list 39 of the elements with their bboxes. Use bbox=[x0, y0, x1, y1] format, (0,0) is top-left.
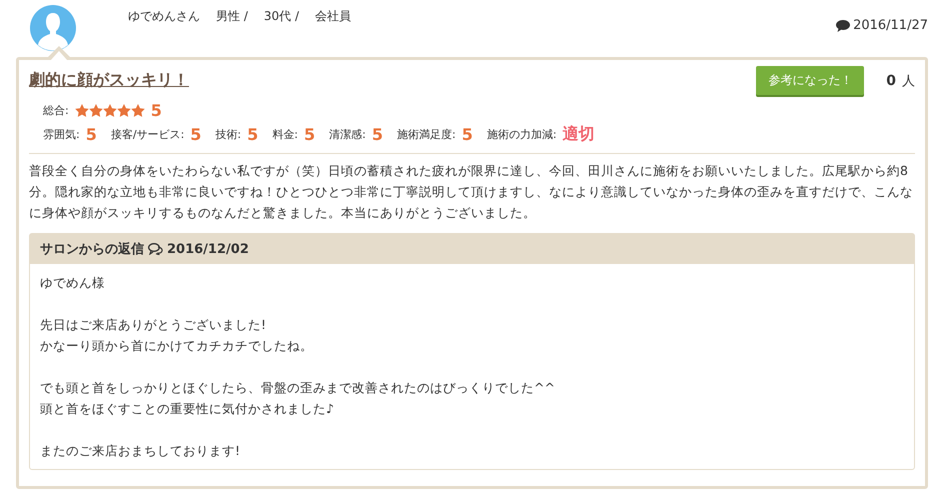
reply-paragraph: またのご来店おまちしております! bbox=[40, 442, 242, 460]
rating-value: 5 bbox=[86, 125, 97, 144]
helpful-unit: 人 bbox=[902, 72, 915, 90]
reviewer-gender: 男性 / bbox=[216, 8, 248, 25]
star-icon bbox=[102, 104, 117, 117]
reply-paragraph: ゆでめん様 bbox=[40, 274, 106, 292]
overall-score: 5 bbox=[150, 101, 162, 120]
chat-bubbles-icon bbox=[148, 243, 163, 255]
star-icon bbox=[116, 104, 131, 117]
star-icon bbox=[74, 104, 89, 117]
reply-paragraph: でも頭と首をしっかりとほぐしたら、骨盤の歪みまで改善されたのはびっくりでした^^ 頭と首をほぐすことの重要性に気付かされました♪ bbox=[40, 379, 556, 418]
avatar-icon bbox=[30, 5, 76, 51]
rating-label: 料金: bbox=[272, 127, 298, 142]
rating-label: 施術の力加減: bbox=[486, 127, 557, 142]
rating-label: 清潔感: bbox=[329, 127, 366, 142]
rating-label: 雰囲気: bbox=[43, 127, 80, 142]
overall-label: 総合: bbox=[43, 103, 69, 118]
reply-paragraph: 先日はご来店ありがとうございました! かなーり頭から首にかけてカチカチでしたね。 bbox=[40, 316, 314, 355]
posted-date: 2016/11/27 bbox=[853, 18, 928, 33]
reply-heading: サロンからの返信 bbox=[40, 240, 144, 258]
rating-label: 技術: bbox=[215, 127, 242, 142]
reviewer-occupation: 会社員 bbox=[315, 8, 351, 25]
reply-date: 2016/12/02 bbox=[167, 242, 249, 256]
rating-value: 5 bbox=[304, 125, 316, 144]
review-title[interactable]: 劇的に顔がスッキリ！ bbox=[29, 70, 189, 91]
review-body: 普段全く自分の身体をいたわらない私ですが（笑）日頃の蓄積された疲れが限界に達し、今回、田川さんに施術をお願いいたしました。広尾駅から約8分。隠れ家的な立地も非常に良いですね！ひとつひとつ非常に丁寧説明して頂けますし、なにより意識していなかった身体の歪みを直すだけで、こんなに身体や顔がスッキリするものなんだと驚きました。本当にありがとうございました。 bbox=[29, 153, 915, 223]
rating-label: 接客/サービス: bbox=[110, 127, 184, 142]
rating-value: 5 bbox=[247, 125, 258, 144]
rating-value: 5 bbox=[190, 125, 202, 144]
star-icon bbox=[130, 104, 145, 117]
rating-value: 5 bbox=[372, 125, 383, 144]
reviewer-name: ゆでめんさん bbox=[128, 8, 200, 25]
rating-value: 適切 bbox=[562, 124, 595, 145]
reviewer-age: 30代 / bbox=[264, 8, 299, 25]
star-icon bbox=[88, 104, 103, 117]
rating-label: 施術満足度: bbox=[397, 127, 456, 142]
rating-value: 5 bbox=[462, 125, 473, 144]
speech-bubble-icon bbox=[836, 20, 850, 32]
helpful-count: 0 bbox=[886, 72, 896, 88]
